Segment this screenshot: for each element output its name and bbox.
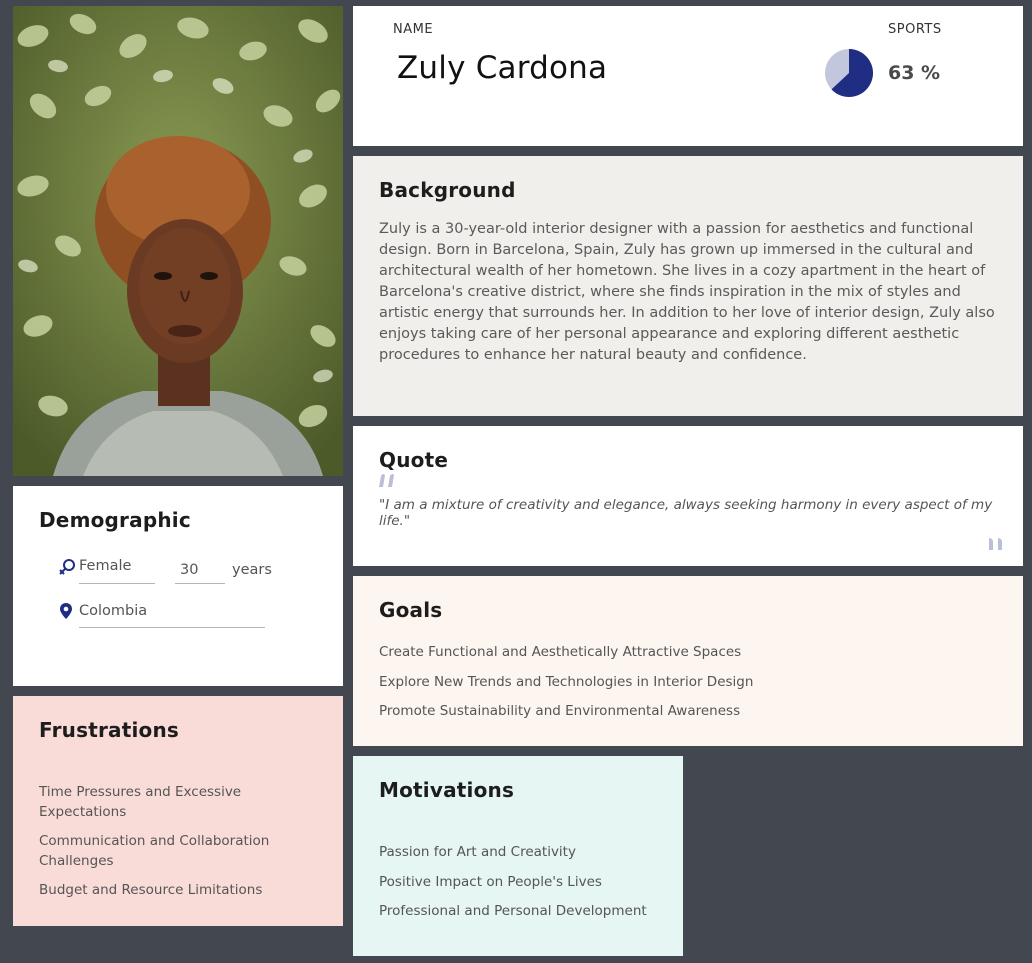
close-quote-icon (989, 538, 1002, 550)
goal-item: Promote Sustainability and Environmental… (379, 703, 741, 719)
country-field[interactable]: Colombia (79, 603, 147, 619)
motivations-title: Motivations (379, 778, 515, 802)
demographic-section: Demographic Female 30 years Colombia (13, 486, 343, 686)
persona-portrait-illustration (13, 6, 343, 476)
goal-item: Create Functional and Aesthetically Attr… (379, 644, 742, 660)
frustration-item: Communication and Collaboration Challeng… (39, 833, 270, 869)
age-field-underline (175, 583, 225, 584)
location-pin-icon (60, 603, 72, 619)
quote-title: Quote (379, 448, 449, 472)
quote-section: Quote "I am a mixture of creativity and … (353, 426, 1023, 566)
goal-item: Explore New Trends and Technologies in I… (379, 673, 754, 690)
persona-header: NAME Zuly Cardona SPORTS 63 % (353, 6, 1023, 146)
gender-icon (59, 559, 75, 575)
frustration-item: Budget and Resource Limitations (39, 882, 263, 898)
persona-photo (13, 6, 343, 476)
motivation-item: Professional and Personal Development (379, 903, 647, 919)
age-unit-label: years (232, 562, 272, 578)
motivation-item: Positive Impact on People's Lives (379, 873, 602, 890)
sports-label: SPORTS (888, 22, 942, 37)
background-text: Zuly is a 30-year-old interior designer … (379, 221, 995, 363)
goals-title: Goals (379, 598, 443, 622)
background-section: Background Zuly is a 30-year-old interio… (353, 156, 1023, 416)
frustrations-title: Frustrations (39, 718, 180, 742)
quote-text: "I am a mixture of creativity and elegan… (379, 497, 993, 529)
open-quote-icon (379, 474, 394, 487)
background-title: Background (379, 178, 516, 202)
frustrations-section: Frustrations Time Pressures and Excessiv… (13, 696, 343, 926)
sports-pie-chart (825, 49, 873, 97)
demographic-title: Demographic (39, 508, 191, 532)
gender-field-underline (79, 583, 155, 584)
motivations-section: Motivations Passion for Art and Creativi… (353, 756, 683, 956)
sports-value: 63 % (888, 62, 941, 84)
frustration-item: Time Pressures and Excessive Expectation… (39, 784, 242, 820)
name-label: NAME (393, 22, 434, 37)
gender-field[interactable]: Female (79, 558, 131, 574)
motivation-item: Passion for Art and Creativity (379, 844, 576, 860)
country-field-underline (79, 627, 265, 628)
persona-name: Zuly Cardona (397, 50, 608, 86)
age-field[interactable]: 30 (180, 562, 198, 578)
goals-section: Goals Create Functional and Aestheticall… (353, 576, 1023, 746)
